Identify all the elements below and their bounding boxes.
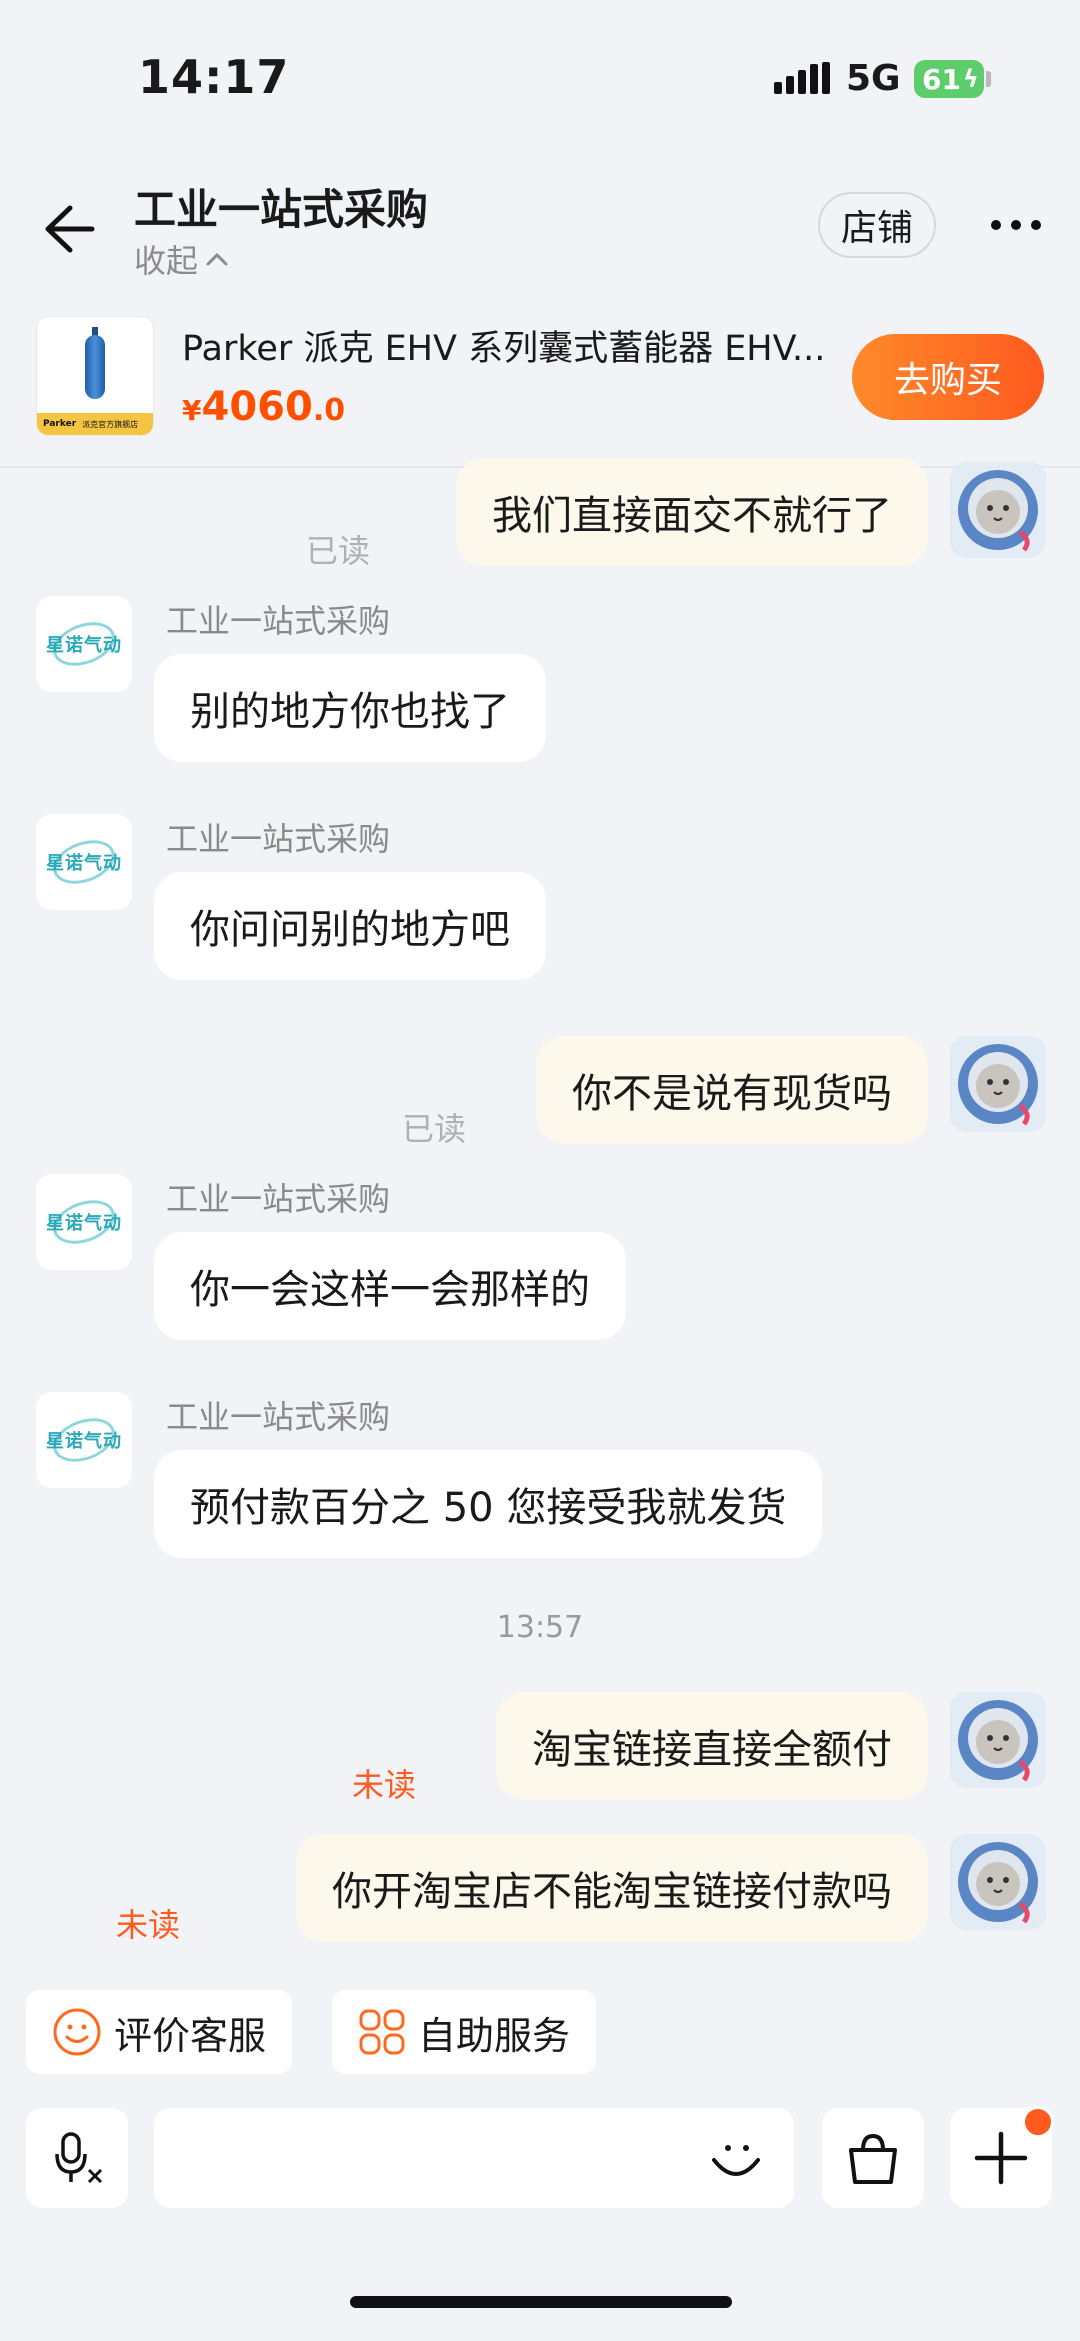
read-status: 已读 [306, 532, 371, 570]
message-bubble-out[interactable]: 你不是说有现货吗 [536, 1036, 928, 1144]
status-time: 14:17 [138, 50, 290, 104]
shop-avatar[interactable]: 星诺气动 [36, 1174, 132, 1270]
user-avatar[interactable] [950, 1036, 1046, 1132]
shop-avatar-text: 星诺气动 [46, 1213, 122, 1234]
sender-name: 工业一站式采购 [166, 1180, 391, 1218]
sender-name: 工业一站式采购 [166, 820, 391, 858]
voice-translate-icon [55, 2132, 103, 2184]
battery-nub [986, 71, 991, 87]
battery-indicator: 61 ϟ [914, 60, 984, 98]
chat-timestamp: 13:57 [496, 1610, 584, 1645]
voice-translate-button[interactable] [26, 2108, 128, 2208]
shop-avatar[interactable]: 星诺气动 [36, 596, 132, 692]
message-bubble-in[interactable]: 预付款百分之 50 您接受我就发货 [154, 1450, 823, 1558]
unread-status: 未读 [352, 1766, 417, 1804]
thumb-brand: Parker [43, 419, 77, 429]
read-status: 已读 [402, 1110, 467, 1148]
store-button[interactable]: 店铺 [818, 192, 936, 258]
shop-avatar-text: 星诺气动 [46, 853, 122, 874]
network-type: 5G [846, 58, 901, 99]
user-avatar[interactable] [950, 1834, 1046, 1930]
message-bubble-out[interactable]: 淘宝链接直接全额付 [496, 1692, 928, 1800]
price-integer: 4060 [201, 384, 313, 430]
cat-astronaut-icon [958, 1700, 1038, 1782]
user-avatar[interactable] [950, 1692, 1046, 1788]
notification-dot [1022, 2106, 1054, 2138]
battery-level: 61 [922, 62, 961, 96]
shopping-bag-icon [849, 2133, 897, 2184]
emoji-icon[interactable] [706, 2128, 766, 2188]
chevron-up-icon [206, 252, 228, 266]
shopping-bag-button[interactable] [822, 2108, 924, 2208]
shop-avatar[interactable]: 星诺气动 [36, 1392, 132, 1488]
accumulator-image [85, 335, 105, 399]
sender-name: 工业一站式采购 [166, 1398, 391, 1436]
cat-astronaut-icon [958, 1842, 1038, 1924]
user-avatar[interactable] [950, 462, 1046, 558]
charging-bolt-icon: ϟ [962, 65, 979, 93]
rate-service-button[interactable]: 评价客服 [26, 1990, 293, 2074]
product-title[interactable]: Parker 派克 EHV 系列囊式蓄能器 EHV... [182, 320, 842, 371]
signal-icon [774, 62, 830, 94]
grid-icon [359, 2009, 405, 2055]
price-decimal: .0 [312, 393, 346, 428]
thumb-brand-banner: Parker 派克官方旗舰店 [37, 413, 153, 435]
self-service-label: 自助服务 [418, 2013, 571, 2058]
message-input[interactable] [154, 2108, 794, 2208]
collapse-toggle[interactable]: 收起 [134, 236, 228, 282]
shop-avatar[interactable]: 星诺气动 [36, 814, 132, 910]
shop-avatar-text: 星诺气动 [46, 635, 122, 656]
shop-title: 工业一站式采购 [134, 185, 429, 234]
thumb-store: 派克官方旗舰店 [82, 419, 139, 429]
back-arrow-icon[interactable] [40, 200, 98, 258]
self-service-button[interactable]: 自助服务 [332, 1990, 597, 2074]
plus-icon [974, 2131, 1028, 2185]
buy-button[interactable]: 去购买 [852, 334, 1044, 420]
price-currency: ¥ [182, 394, 202, 427]
message-bubble-in[interactable]: 你问问别的地方吧 [154, 872, 546, 980]
message-bubble-out[interactable]: 我们直接面交不就行了 [456, 458, 928, 566]
product-thumbnail[interactable]: Parker 派克官方旗舰店 [36, 316, 154, 436]
cat-astronaut-icon [958, 470, 1038, 552]
sender-name: 工业一站式采购 [166, 602, 391, 640]
message-bubble-in[interactable]: 别的地方你也找了 [154, 654, 546, 762]
message-bubble-out[interactable]: 你开淘宝店不能淘宝链接付款吗 [296, 1834, 928, 1942]
shop-avatar-text: 星诺气动 [46, 1431, 122, 1452]
more-options-icon[interactable] [990, 218, 1042, 232]
product-price: ¥ 4060 .0 [182, 384, 345, 430]
unread-status: 未读 [116, 1906, 181, 1944]
rate-service-label: 评价客服 [114, 2013, 267, 2058]
home-indicator[interactable] [350, 2296, 732, 2308]
collapse-label: 收起 [134, 242, 199, 280]
smile-icon [53, 2008, 101, 2056]
cat-astronaut-icon [958, 1044, 1038, 1126]
message-bubble-in[interactable]: 你一会这样一会那样的 [154, 1232, 626, 1340]
